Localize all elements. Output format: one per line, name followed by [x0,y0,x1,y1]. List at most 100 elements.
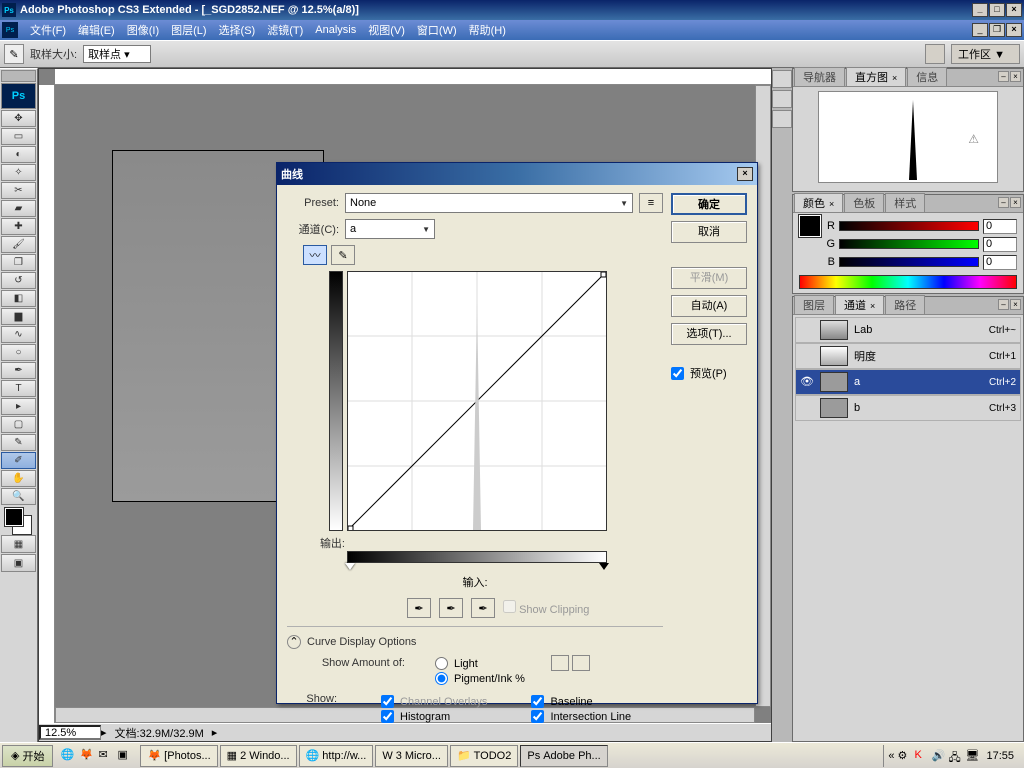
menu-edit[interactable]: 编辑(E) [72,20,121,40]
doc-minimize-button[interactable]: _ [972,23,988,37]
light-radio[interactable] [435,657,448,670]
eraser-tool[interactable]: ◧ [1,290,36,307]
path-select-tool[interactable]: ▸ [1,398,36,415]
b-field[interactable] [983,255,1017,270]
channel-overlays-check[interactable] [381,695,394,708]
tab-channels[interactable]: 通道× [835,295,884,314]
stamp-tool[interactable]: ❐ [1,254,36,271]
tray-network-icon[interactable]: 🖧 [948,749,962,763]
panel-close-icon[interactable]: × [1010,197,1021,208]
ok-button[interactable]: 确定 [671,193,747,215]
visibility-toggle[interactable]: 👁 [800,375,814,389]
black-point-slider[interactable] [345,563,355,570]
menu-view[interactable]: 视图(V) [362,20,411,40]
tab-histogram[interactable]: 直方图× [846,67,906,86]
clock[interactable]: 17:55 [982,750,1018,762]
tray-expand-icon[interactable]: « [888,750,894,762]
tray-icon[interactable]: K [914,749,928,763]
pen-tool[interactable]: ✒ [1,362,36,379]
spectrum-bar[interactable] [799,275,1017,289]
options-button[interactable]: 选项(T)... [671,323,747,345]
lasso-tool[interactable]: ◐ [1,146,36,163]
zoom-field[interactable] [39,725,101,740]
color-swatch[interactable] [799,215,821,237]
histogram-check[interactable] [381,710,394,723]
auto-button[interactable]: 自动(A) [671,295,747,317]
current-tool-icon[interactable]: ✎ [4,44,24,64]
channel-row-b[interactable]: b Ctrl+3 [795,395,1021,421]
baseline-check[interactable] [531,695,544,708]
visibility-toggle[interactable] [800,401,814,415]
task-ie[interactable]: 🌐http://w... [299,745,374,767]
tab-paths[interactable]: 路径 [885,295,925,314]
wand-tool[interactable]: ✧ [1,164,36,181]
zoom-tool[interactable]: 🔍 [1,488,36,505]
tab-swatches[interactable]: 色板 [844,193,884,212]
task-word[interactable]: W3 Micro... [375,745,448,767]
fg-color-swatch[interactable] [5,508,23,526]
channel-row-lightness[interactable]: 明度 Ctrl+1 [795,343,1021,369]
menu-layer[interactable]: 图层(L) [165,20,212,40]
bridge-button[interactable] [925,44,945,64]
panel-close-icon[interactable]: × [1010,299,1021,310]
task-photos[interactable]: 🦊[Photos... [140,745,217,767]
doc-restore-button[interactable]: ❐ [989,23,1005,37]
gradient-tool[interactable]: ▆ [1,308,36,325]
b-slider[interactable] [839,257,979,267]
r-slider[interactable] [839,221,979,231]
task-windows[interactable]: ▦2 Windo... [220,745,297,767]
curve-point-tool[interactable]: 〰 [303,245,327,265]
tab-navigator[interactable]: 导航器 [794,67,845,86]
menu-window[interactable]: 窗口(W) [411,20,463,40]
workspace-select[interactable]: 工作区 ▼ [951,44,1020,64]
toolbox-grip[interactable] [1,70,36,82]
ql-mail-icon[interactable]: ✉ [97,747,115,765]
slice-tool[interactable]: ▰ [1,200,36,217]
channel-row-a[interactable]: 👁 a Ctrl+2 [795,369,1021,395]
menu-help[interactable]: 帮助(H) [463,20,512,40]
task-photoshop[interactable]: PsAdobe Ph... [520,745,607,767]
grid-detail-button[interactable] [572,655,590,671]
menu-select[interactable]: 选择(S) [213,20,262,40]
status-menu-arrow[interactable]: ▸ [212,726,218,739]
dialog-close-button[interactable]: × [737,167,753,181]
channel-select[interactable]: a▼ [345,219,435,239]
marquee-tool[interactable]: ▭ [1,128,36,145]
black-eyedropper[interactable]: ✒ [407,598,431,618]
eyedropper-tool[interactable]: ✐ [1,452,36,469]
dialog-titlebar[interactable]: 曲线 × [277,163,757,185]
panel-min-icon[interactable]: – [998,197,1009,208]
grid-simple-button[interactable] [551,655,569,671]
crop-tool[interactable]: ✂ [1,182,36,199]
quickmask-button[interactable]: ▦ [1,535,36,553]
tab-layers[interactable]: 图层 [794,295,834,314]
move-tool[interactable]: ✥ [1,110,36,127]
type-tool[interactable]: T [1,380,36,397]
curve-pencil-tool[interactable]: ✎ [331,245,355,265]
curve-grid[interactable] [347,271,607,531]
collapse-icon[interactable]: ⌃ [287,635,301,649]
r-field[interactable] [983,219,1017,234]
tray-icon[interactable]: ⚙ [897,749,911,763]
cancel-button[interactable]: 取消 [671,221,747,243]
show-clipping-check[interactable]: Show Clipping [503,600,589,616]
ruler-horizontal[interactable] [55,69,771,85]
preview-check[interactable]: 预览(P) [671,365,747,381]
dock-icon-2[interactable] [772,110,792,128]
dock-icon-1[interactable] [772,90,792,108]
tray-volume-icon[interactable]: 🔊 [931,749,945,763]
tray-icon[interactable]: 🖥 [965,749,979,763]
tab-color[interactable]: 颜色× [794,193,843,212]
white-point-slider[interactable] [599,563,609,570]
white-eyedropper[interactable]: ✒ [471,598,495,618]
notes-tool[interactable]: ✎ [1,434,36,451]
ql-firefox-icon[interactable]: 🦊 [78,747,96,765]
gray-eyedropper[interactable]: ✒ [439,598,463,618]
minimize-button[interactable]: _ [972,3,988,17]
tab-info[interactable]: 信息 [907,67,947,86]
maximize-button[interactable]: □ [989,3,1005,17]
warning-icon[interactable]: ⚠ [968,132,979,146]
g-field[interactable] [983,237,1017,252]
heal-tool[interactable]: ✚ [1,218,36,235]
menu-filter[interactable]: 滤镜(T) [261,20,309,40]
